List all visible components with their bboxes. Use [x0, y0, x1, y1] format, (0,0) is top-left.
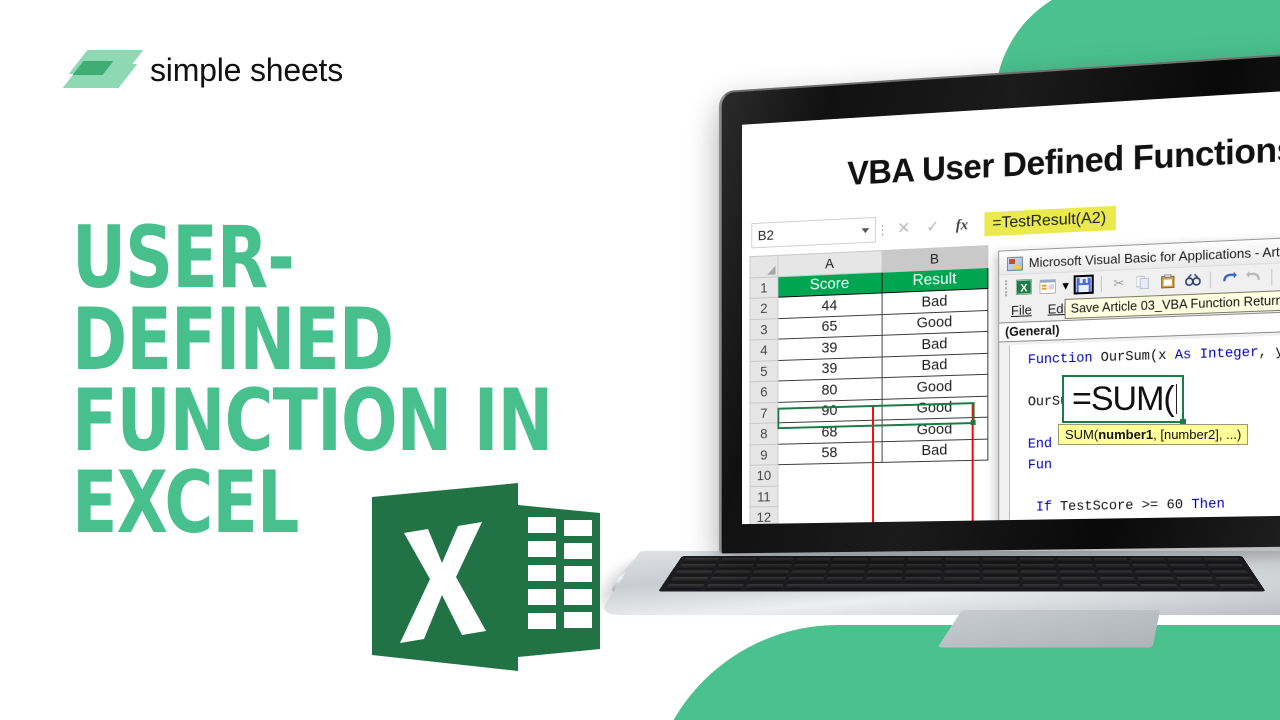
- row-header-7[interactable]: 7: [749, 401, 778, 424]
- cell-a9[interactable]: 58: [777, 441, 882, 465]
- insert-function-icon[interactable]: fx: [947, 216, 976, 234]
- cell-a11[interactable]: [777, 483, 882, 507]
- vba-app-icon: [1007, 256, 1023, 271]
- cancel-icon[interactable]: ✕: [889, 218, 918, 239]
- tooltip-suffix: , [number2], ...): [1153, 427, 1242, 442]
- save-icon[interactable]: [1073, 274, 1094, 295]
- insert-userform-icon[interactable]: [1038, 276, 1058, 296]
- row-header-4[interactable]: 4: [749, 339, 778, 361]
- formula-input[interactable]: =TestResult(A2): [984, 205, 1117, 237]
- cell-b11[interactable]: [881, 481, 988, 505]
- laptop-keyboard: [658, 556, 1266, 592]
- svg-text:X: X: [1020, 282, 1028, 295]
- worksheet-heading: VBA User Defined Functions: [847, 129, 1280, 193]
- cell-a8[interactable]: 68: [777, 420, 882, 444]
- chevron-down-icon[interactable]: ▾: [1062, 276, 1070, 295]
- cell-a7[interactable]: 90: [777, 398, 882, 423]
- cell-b7[interactable]: Good: [881, 395, 988, 421]
- name-box[interactable]: B2: [751, 216, 876, 249]
- worksheet-grid: A B 1 Score Result 2 44 Bad 3 65 Good 4 …: [749, 245, 988, 525]
- toolbar-grip[interactable]: [1005, 279, 1009, 296]
- laptop-mockup: VBA User Defined Functions B2 ⋮ ✕ ✓ fx =…: [598, 51, 1280, 648]
- redo-icon[interactable]: [1243, 267, 1264, 287]
- sum-cell-text: =SUM(: [1072, 379, 1175, 418]
- enter-icon[interactable]: ✓: [918, 216, 947, 237]
- select-all-corner[interactable]: [749, 255, 778, 278]
- formula-bar-grip: ⋮: [876, 221, 889, 238]
- toolbar-separator: [1209, 271, 1211, 288]
- sum-function-tooltip: SUM(number1, [number2], ...): [1058, 424, 1249, 445]
- row-header-9[interactable]: 9: [749, 443, 778, 466]
- cut-icon[interactable]: ✂: [1109, 273, 1129, 293]
- microsoft-excel-icon: [372, 483, 600, 671]
- brand-logo: simple sheets: [62, 44, 344, 96]
- headline-line-2: Function in: [72, 371, 553, 472]
- cell-a10[interactable]: [777, 462, 882, 486]
- undo-icon[interactable]: [1218, 268, 1239, 288]
- row-header-11[interactable]: 11: [749, 485, 778, 508]
- toolbar-separator: [1100, 275, 1102, 292]
- cell-b10[interactable]: [881, 460, 988, 484]
- row-header-2[interactable]: 2: [749, 297, 778, 320]
- cell-a6[interactable]: 80: [777, 377, 882, 402]
- cell-b6[interactable]: Good: [881, 374, 988, 399]
- cell-b9[interactable]: Bad: [881, 438, 988, 463]
- text-caret: [1175, 384, 1178, 414]
- stacked-sheets-icon: [62, 44, 144, 96]
- cell-b8[interactable]: Good: [881, 417, 988, 442]
- chevron-down-icon[interactable]: [861, 227, 870, 233]
- row-header-5[interactable]: 5: [749, 360, 778, 382]
- toolbar-separator: [1271, 268, 1273, 285]
- cell-b12[interactable]: [881, 502, 988, 525]
- laptop-lid: VBA User Defined Functions B2 ⋮ ✕ ✓ fx =…: [718, 51, 1280, 554]
- poster-canvas: simple sheets User-Defined Function in E…: [0, 0, 1280, 720]
- tooltip-bold-arg: number1: [1098, 427, 1154, 442]
- row-header-6[interactable]: 6: [749, 380, 778, 403]
- row-header-1[interactable]: 1: [749, 276, 778, 299]
- cell-a12[interactable]: [777, 504, 882, 525]
- row-header-8[interactable]: 8: [749, 422, 778, 445]
- paste-icon[interactable]: [1158, 271, 1178, 291]
- sum-formula-cell-overlay[interactable]: =SUM(: [1062, 375, 1186, 425]
- menu-item-file[interactable]: File: [1011, 302, 1032, 318]
- tooltip-prefix: SUM(: [1065, 427, 1099, 442]
- headline-line-1: User-Defined: [72, 208, 394, 390]
- row-header-12[interactable]: 12: [749, 506, 778, 525]
- table-row: 12: [749, 502, 988, 525]
- row-header-10[interactable]: 10: [749, 464, 778, 487]
- copy-icon[interactable]: [1133, 272, 1153, 292]
- laptop-screen: VBA User Defined Functions B2 ⋮ ✕ ✓ fx =…: [742, 88, 1280, 525]
- excel-view-icon[interactable]: X: [1014, 277, 1034, 297]
- name-box-value: B2: [757, 226, 774, 244]
- laptop-trackpad: [937, 610, 1160, 648]
- brand-name: simple sheets: [150, 51, 344, 88]
- row-header-3[interactable]: 3: [749, 318, 778, 341]
- find-icon[interactable]: [1182, 270, 1203, 290]
